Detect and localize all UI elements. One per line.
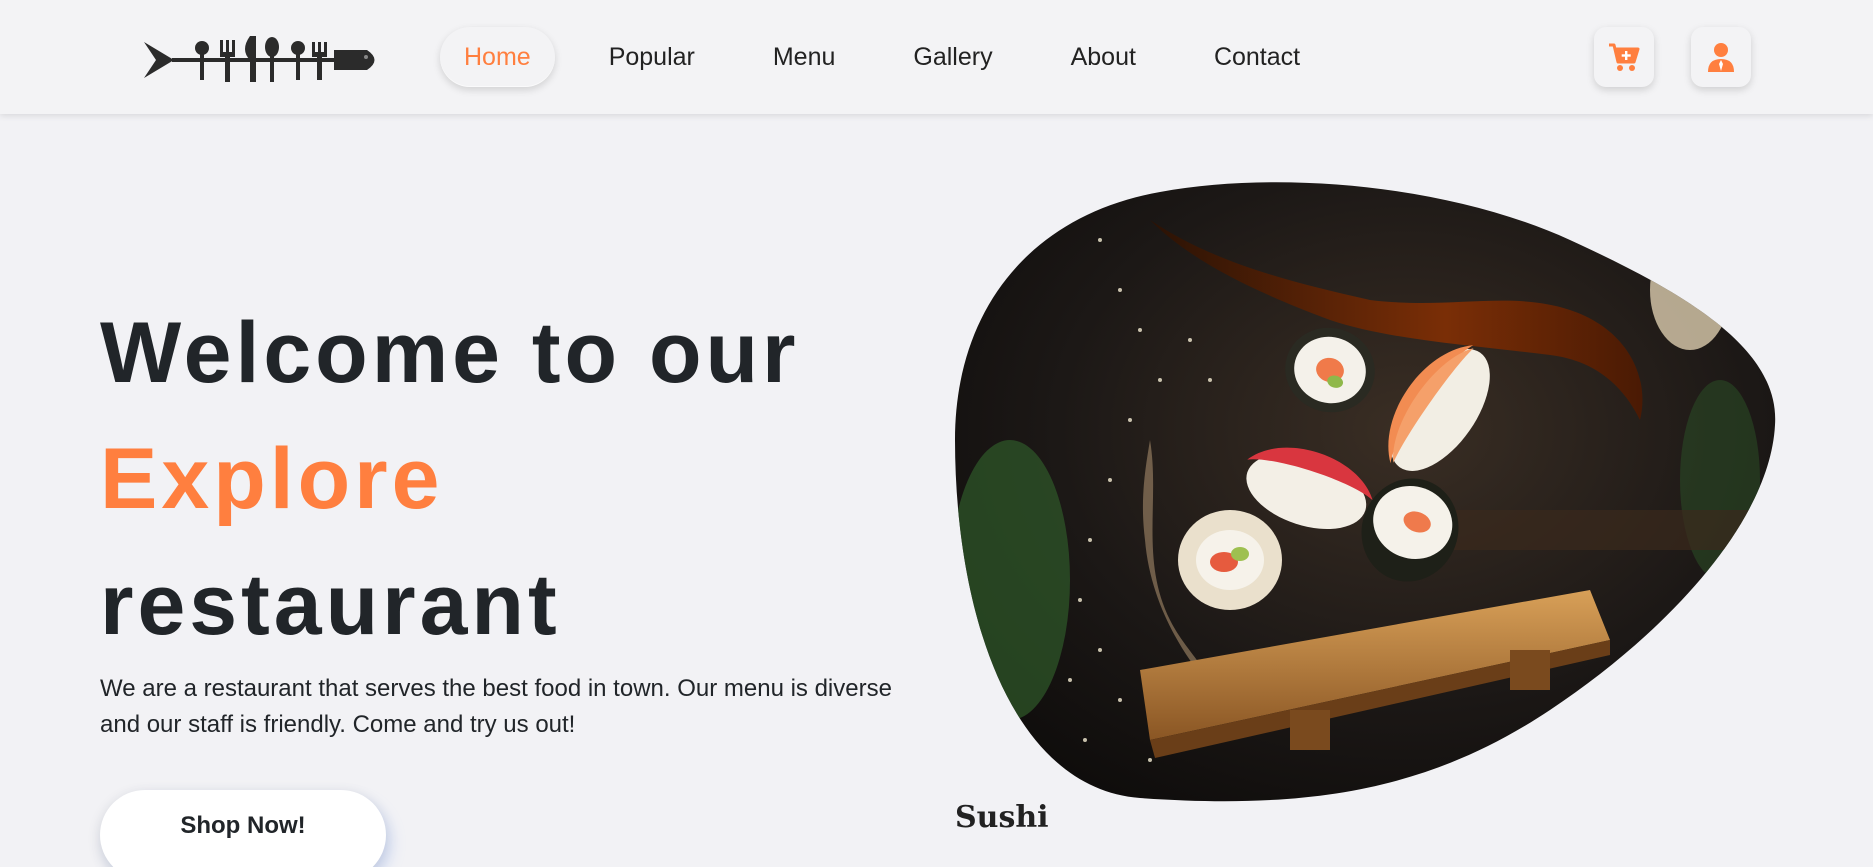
user-button[interactable] xyxy=(1691,27,1751,87)
hero-title-line-1: Welcome to our xyxy=(100,305,800,401)
hero-title-line-3: restaurant xyxy=(100,557,561,653)
hero-description: We are a restaurant that serves the best… xyxy=(100,675,892,738)
nav-contact[interactable]: Contact xyxy=(1190,27,1324,87)
nav-menu[interactable]: Menu xyxy=(749,27,860,87)
shop-now-button[interactable]: Shop Now! xyxy=(100,790,386,867)
user-icon xyxy=(1708,43,1734,72)
hero-title: Welcome to our Explore restaurant xyxy=(100,290,960,668)
hero-title-accent: Explore xyxy=(100,431,444,527)
main-nav: Home Popular Menu Gallery About Contact xyxy=(440,27,1354,87)
cart-button[interactable] xyxy=(1594,27,1654,87)
feature-title: Sushi xyxy=(955,800,1049,835)
nav-gallery[interactable]: Gallery xyxy=(889,27,1016,87)
hero-sushi-image xyxy=(950,180,1780,805)
cutlery-fish-logo-icon xyxy=(144,36,375,82)
site-header: Home Popular Menu Gallery About Contact xyxy=(0,0,1873,114)
nav-home[interactable]: Home xyxy=(440,27,555,87)
cart-plus-icon xyxy=(1609,43,1640,71)
nav-about[interactable]: About xyxy=(1047,27,1160,87)
logo[interactable] xyxy=(142,30,382,90)
nav-popular[interactable]: Popular xyxy=(585,27,719,87)
